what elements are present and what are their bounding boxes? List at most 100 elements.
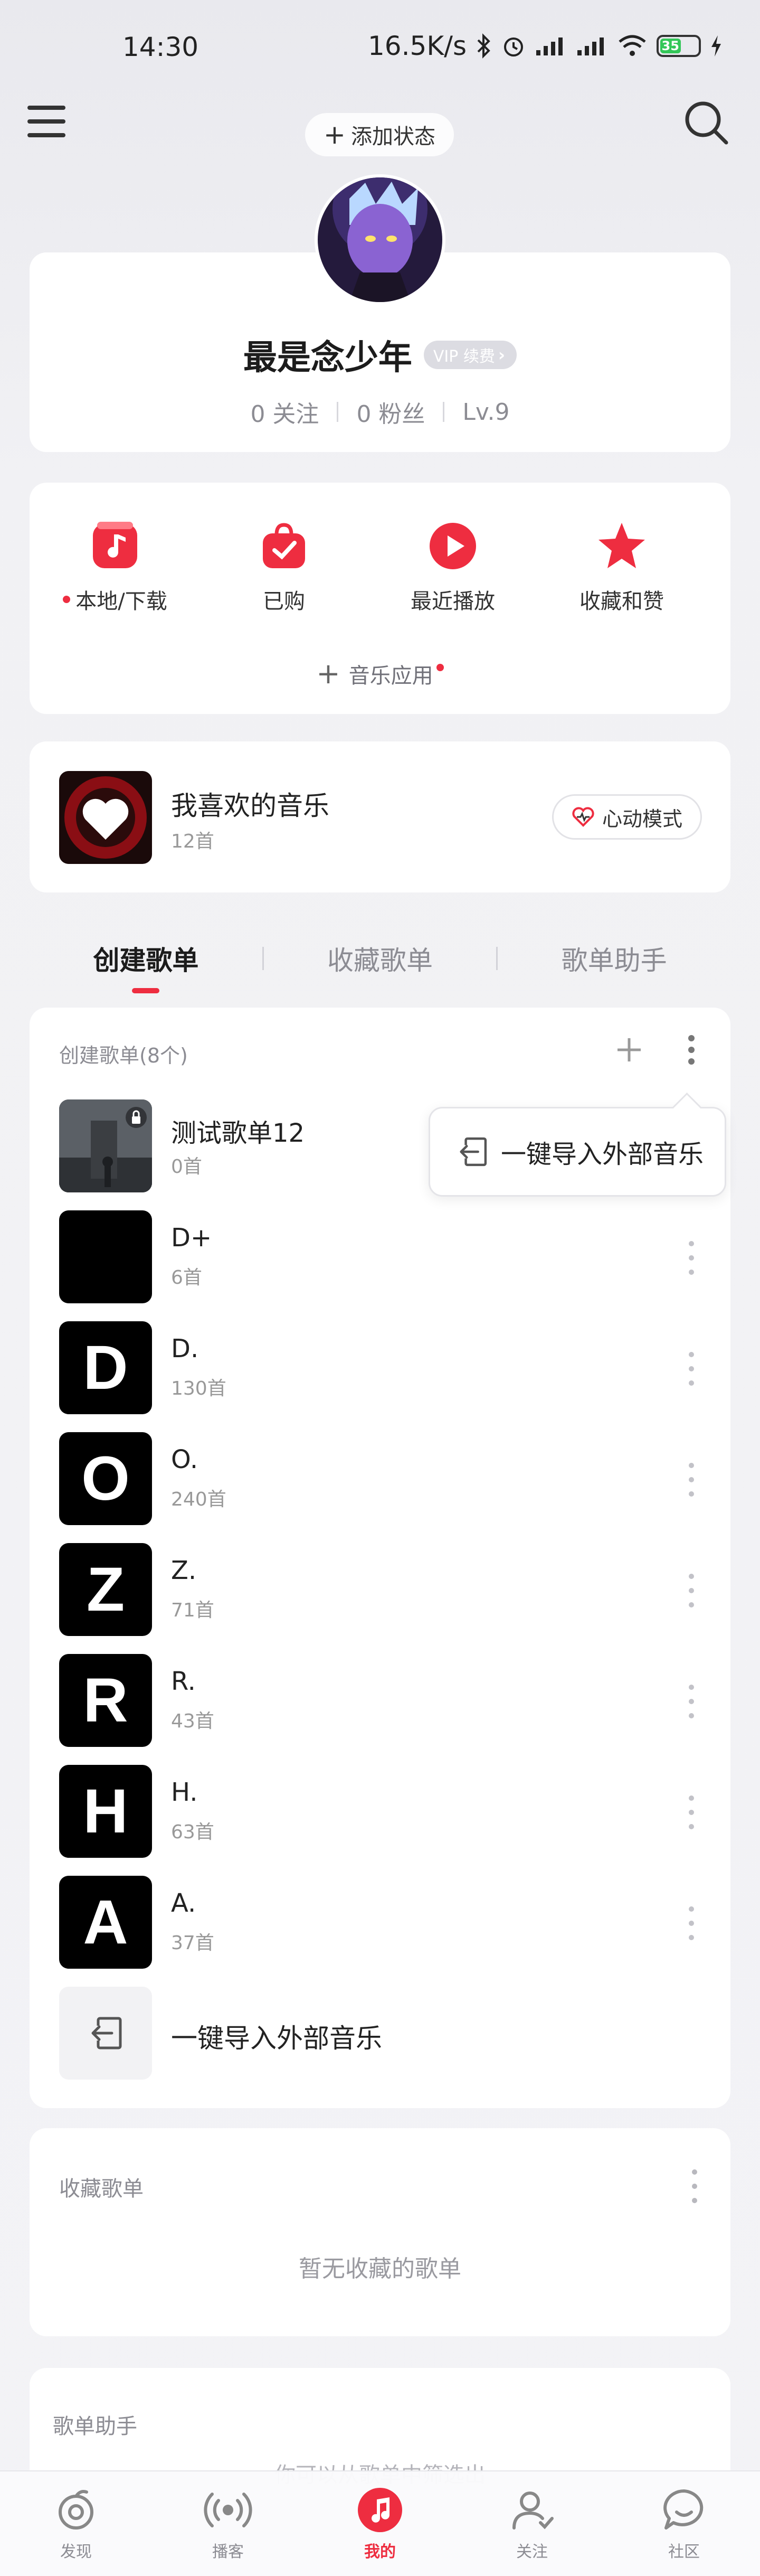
playlist-row[interactable]: Z Z. 71首 [30, 1536, 730, 1647]
playlists-more-button[interactable] [676, 1031, 707, 1069]
username-row: 最是念少年 VIP 续费 › [30, 331, 730, 379]
playlist-tabs: 创建歌单 收藏歌单 歌单助手 [30, 929, 730, 993]
following-count[interactable]: 0 关注 [250, 395, 319, 429]
nav-podcast[interactable]: 播客 [175, 2486, 281, 2562]
import-icon [91, 2017, 122, 2049]
signal-icon [536, 37, 563, 55]
nav-label: 我的 [364, 2543, 396, 2561]
menu-line [27, 119, 65, 124]
liked-music-card[interactable]: 我喜欢的音乐 12首 心动模式 [30, 741, 730, 892]
quick-action-purchased[interactable]: 已购 [200, 521, 368, 615]
playlist-count: 130首 [171, 1378, 226, 1399]
heart-mode-button[interactable]: 心动模式 [552, 794, 702, 840]
quick-action-label: 本地/下载 [75, 589, 167, 614]
import-label: 一键导入外部音乐 [171, 2023, 382, 2054]
collected-title: 收藏歌单 [59, 2177, 144, 2201]
liked-music-count: 12首 [171, 831, 214, 852]
nav-follow[interactable]: 关注 [479, 2486, 585, 2562]
playlist-cover: R [59, 1654, 152, 1747]
play-icon [430, 523, 476, 569]
more-vertical-icon[interactable] [679, 1791, 704, 1834]
quick-action-label: 已购 [263, 589, 305, 614]
more-vertical-icon[interactable] [679, 1902, 704, 1944]
playlist-cover: H [59, 1765, 152, 1858]
playlist-name: R. [171, 1667, 196, 1696]
playlist-row[interactable]: H H. 63首 [30, 1757, 730, 1868]
heart-pulse-icon [572, 807, 594, 827]
more-vertical-icon[interactable] [684, 2165, 705, 2207]
wifi-icon [619, 35, 646, 56]
tab-collected[interactable]: 收藏歌单 [264, 939, 497, 977]
avatar[interactable] [315, 174, 445, 305]
signal-hd-icon [577, 37, 604, 55]
quick-action-local[interactable]: 本地/下载 [31, 521, 200, 615]
import-icon [460, 1137, 487, 1167]
add-playlist-button[interactable] [610, 1031, 648, 1069]
nav-label: 播客 [212, 2543, 244, 2561]
import-external-music-row[interactable]: 一键导入外部音乐 [30, 1979, 730, 2090]
playlist-name: Z. [171, 1556, 197, 1585]
menu-button[interactable] [27, 106, 65, 137]
nav-community[interactable]: 社区 [631, 2486, 737, 2562]
my-music-icon [358, 2488, 402, 2532]
playlist-cover-letter: Z [86, 1555, 125, 1624]
empty-state-text: 暂无收藏的歌单 [299, 2255, 461, 2282]
charging-icon [711, 35, 721, 57]
add-status-button[interactable]: + 添加状态 [305, 113, 454, 156]
tab-assistant[interactable]: 歌单助手 [498, 939, 730, 977]
quick-action-label: 收藏和赞 [580, 589, 664, 614]
plus-icon: + [316, 657, 340, 690]
playlist-cover-letter: O [81, 1444, 130, 1513]
plus-icon: + [324, 119, 346, 150]
search-icon [685, 101, 728, 145]
level[interactable]: Lv.9 [462, 399, 509, 426]
playlist-cover [59, 1210, 152, 1303]
quick-action-recent[interactable]: 最近播放 [368, 521, 537, 615]
playlist-row[interactable]: O O. 240首 [30, 1425, 730, 1536]
podcast-icon [204, 2493, 252, 2527]
search-button[interactable] [681, 97, 732, 148]
playlist-count: 43首 [171, 1710, 214, 1732]
quick-action-favorites[interactable]: 收藏和赞 [537, 521, 706, 615]
notification-dot [436, 663, 444, 671]
playlist-row[interactable]: R R. 43首 [30, 1647, 730, 1757]
import-popup-menu[interactable]: 一键导入外部音乐 [429, 1107, 726, 1197]
divider [337, 402, 339, 422]
more-vertical-icon[interactable] [679, 1348, 704, 1390]
playlist-row[interactable]: A A. 37首 [30, 1868, 730, 1979]
playlist-count: 63首 [171, 1821, 214, 1843]
playlist-cover-letter: A [83, 1887, 128, 1957]
discover-icon [59, 2490, 93, 2530]
more-vertical-icon[interactable] [679, 1680, 704, 1723]
more-vertical-icon[interactable] [679, 1459, 704, 1501]
playlist-row[interactable]: D+ 6首 [30, 1203, 730, 1314]
chevron-right-icon: › [498, 345, 506, 365]
username[interactable]: 最是念少年 [243, 331, 412, 379]
divider [443, 402, 445, 422]
network-speed: 16.5K/s [367, 31, 467, 61]
playlist-name: 测试歌单12 [171, 1118, 305, 1148]
music-apps-button[interactable]: + 音乐应用 [30, 657, 730, 690]
status-bar: 14:30 16.5K/s 35 [0, 0, 760, 100]
playlist-name: H. [171, 1778, 198, 1807]
playlist-row[interactable]: D D. 130首 [30, 1314, 730, 1425]
import-box [59, 1987, 152, 2080]
playlist-cover-letter: D [83, 1333, 128, 1403]
nav-my-music[interactable]: 我的 [327, 2486, 433, 2562]
bottom-nav: 发现 播客 我的 关注 社区 [0, 2470, 760, 2576]
playlist-cover: O [59, 1432, 152, 1525]
alarm-icon [504, 37, 523, 57]
fans-count[interactable]: 0 粉丝 [356, 395, 425, 429]
vip-badge[interactable]: VIP 续费 › [423, 341, 517, 369]
status-right: 16.5K/s 35 [368, 31, 722, 61]
heart-mode-label: 心动模式 [602, 807, 682, 831]
nav-discover[interactable]: 发现 [23, 2486, 129, 2562]
playlist-cover-letter: H [83, 1776, 128, 1846]
playlist-name: D. [171, 1334, 199, 1364]
more-vertical-icon[interactable] [679, 1569, 704, 1612]
nav-label: 关注 [516, 2543, 548, 2561]
menu-line [27, 106, 65, 110]
more-vertical-icon[interactable] [679, 1237, 704, 1279]
tab-created[interactable]: 创建歌单 [30, 939, 262, 993]
playlist-name: O. [171, 1445, 198, 1474]
